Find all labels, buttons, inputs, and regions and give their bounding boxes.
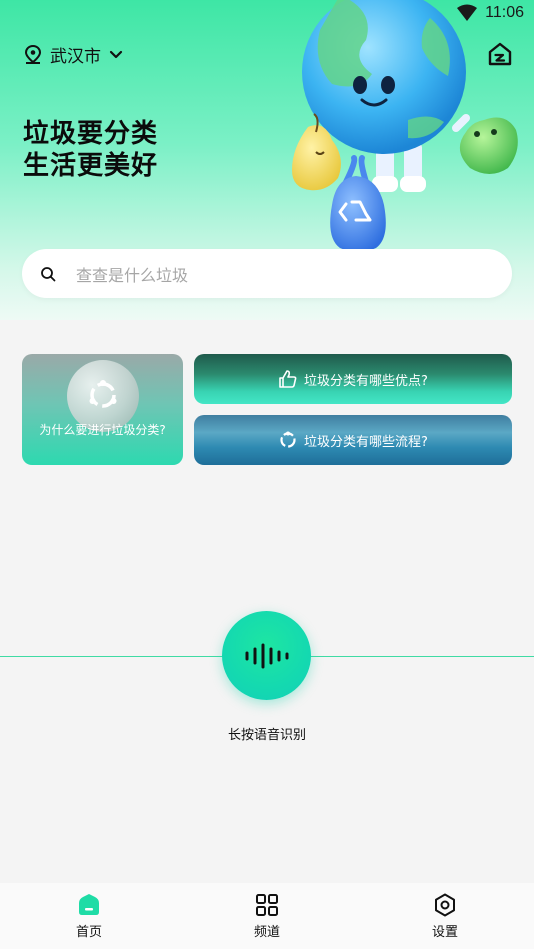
location-pin-icon — [24, 44, 42, 64]
earth-mascot-illustration — [292, 0, 518, 252]
tab-channel-label: 频道 — [253, 925, 280, 940]
tab-home-label: 首页 — [75, 925, 102, 940]
grid-icon — [256, 894, 278, 916]
slogan: 垃圾要分类 生活更美好 — [23, 118, 158, 182]
card-process-label: 垃圾分类有哪些流程? — [304, 434, 428, 450]
cycle-icon — [280, 431, 296, 448]
voice-record-button[interactable] — [222, 611, 311, 700]
card-benefits-label: 垃圾分类有哪些优点? — [304, 373, 428, 389]
card-process[interactable]: 垃圾分类有哪些流程? — [194, 415, 512, 465]
card-benefits[interactable]: 垃圾分类有哪些优点? — [194, 354, 512, 404]
search-icon — [41, 266, 56, 281]
tab-home[interactable]: 首页 — [0, 883, 178, 949]
tab-settings[interactable]: 设置 — [356, 883, 534, 949]
thumbs-up-icon — [279, 370, 297, 388]
home-tab-icon — [79, 894, 99, 915]
city-name: 武汉市 — [50, 47, 101, 67]
tab-settings-label: 设置 — [431, 925, 458, 940]
city-selector[interactable]: 武汉市 — [24, 42, 123, 67]
voice-hint: 长按语音识别 — [227, 728, 306, 743]
search-bar[interactable]: 查查是什么垃圾 — [22, 249, 512, 298]
slogan-line-1: 垃圾要分类 — [23, 119, 159, 149]
hero-banner: 11:06 武汉市 垃圾要分类 生活更美好 查查是什么垃圾 — [0, 0, 534, 320]
tab-channel[interactable]: 频道 — [178, 883, 356, 949]
card-why-sort-label: 为什么要进行垃圾分类? — [39, 423, 166, 437]
slogan-line-2: 生活更美好 — [23, 151, 159, 181]
search-placeholder: 查查是什么垃圾 — [76, 265, 189, 285]
bottom-tab-bar: 首页 频道 设置 — [0, 883, 534, 949]
chevron-down-icon — [109, 50, 123, 58]
settings-icon — [435, 893, 455, 917]
card-why-sort[interactable]: 为什么要进行垃圾分类? — [22, 354, 183, 465]
recycle-icon — [89, 380, 117, 408]
sound-wave-icon — [245, 643, 288, 668]
